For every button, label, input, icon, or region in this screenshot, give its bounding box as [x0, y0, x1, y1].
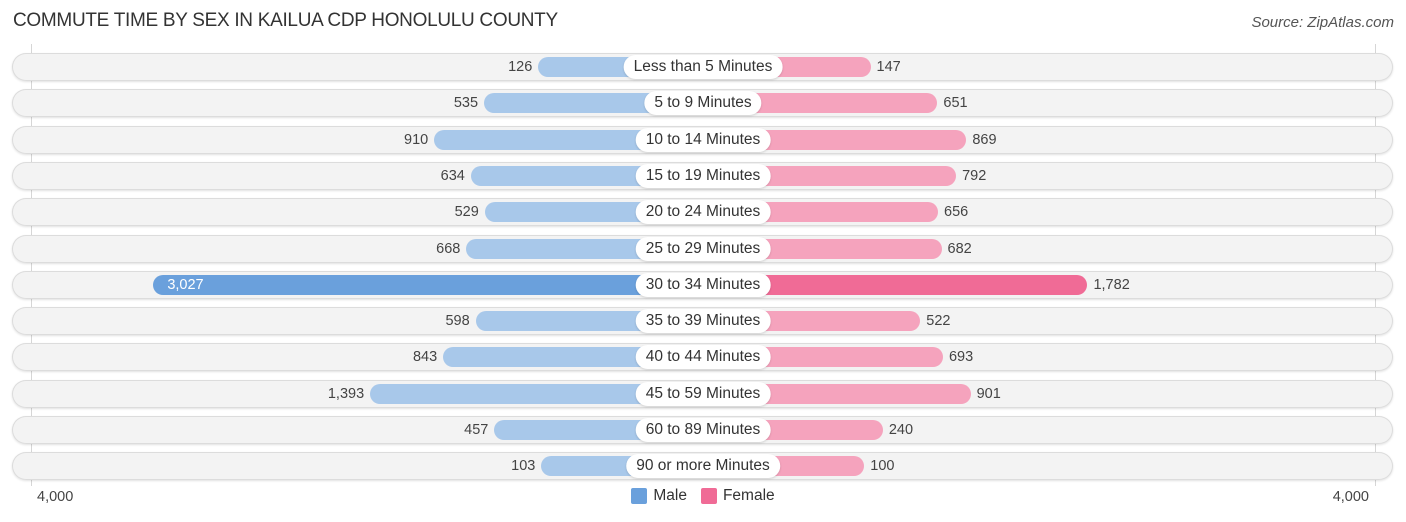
male-value-label: 634: [440, 167, 465, 184]
category-label: 40 to 44 Minutes: [635, 345, 771, 370]
female-value-label: 682: [947, 240, 972, 257]
male-value-label: 910: [404, 131, 429, 148]
legend: Male Female: [0, 487, 1406, 505]
category-label: 20 to 24 Minutes: [635, 200, 771, 225]
male-bar[interactable]: [153, 274, 703, 295]
legend-label-female: Female: [722, 487, 775, 504]
category-label: 5 to 9 Minutes: [644, 91, 762, 116]
category-label: 15 to 19 Minutes: [635, 163, 771, 188]
chart-title: COMMUTE TIME BY SEX IN KAILUA CDP HONOLU…: [13, 10, 558, 31]
category-label: Less than 5 Minutes: [623, 55, 783, 79]
male-swatch-icon: [631, 488, 648, 504]
female-value-label: 1,782: [1093, 276, 1130, 293]
legend-item-male[interactable]: Male: [631, 487, 687, 505]
female-value-label: 693: [948, 349, 974, 366]
legend-item-female[interactable]: Female: [700, 487, 775, 505]
female-value-label: 651: [943, 95, 968, 112]
male-value-label: 598: [445, 313, 470, 330]
category-label: 60 to 89 Minutes: [635, 418, 771, 442]
male-value-label: 535: [453, 95, 479, 112]
category-label: 35 to 39 Minutes: [635, 309, 771, 334]
male-value-label: 529: [454, 204, 479, 221]
female-value-label: 522: [926, 313, 951, 330]
male-value-label: 103: [511, 458, 536, 475]
female-value-label: 869: [972, 131, 997, 148]
male-value-label: 126: [508, 59, 533, 75]
category-label: 10 to 14 Minutes: [635, 127, 771, 152]
female-value-label: 792: [962, 167, 987, 184]
category-label: 30 to 34 Minutes: [635, 272, 771, 297]
male-value-label: 843: [412, 349, 438, 366]
category-label: 25 to 29 Minutes: [635, 236, 771, 261]
source-label: Source: ZipAtlas.com: [1251, 14, 1394, 31]
legend-label-male: Male: [653, 487, 687, 504]
female-value-label: 656: [944, 204, 969, 221]
female-swatch-icon: [700, 488, 717, 504]
male-value-label: 3,027: [167, 276, 204, 293]
male-value-label: 457: [464, 422, 489, 438]
category-label: 90 or more Minutes: [626, 454, 780, 479]
female-value-label: 240: [888, 422, 914, 438]
male-value-label: 1,393: [327, 385, 365, 402]
male-value-label: 668: [436, 240, 461, 257]
female-value-label: 901: [976, 385, 1001, 402]
female-value-label: 100: [870, 458, 895, 475]
category-label: 45 to 59 Minutes: [635, 381, 771, 406]
female-value-label: 147: [876, 59, 901, 75]
